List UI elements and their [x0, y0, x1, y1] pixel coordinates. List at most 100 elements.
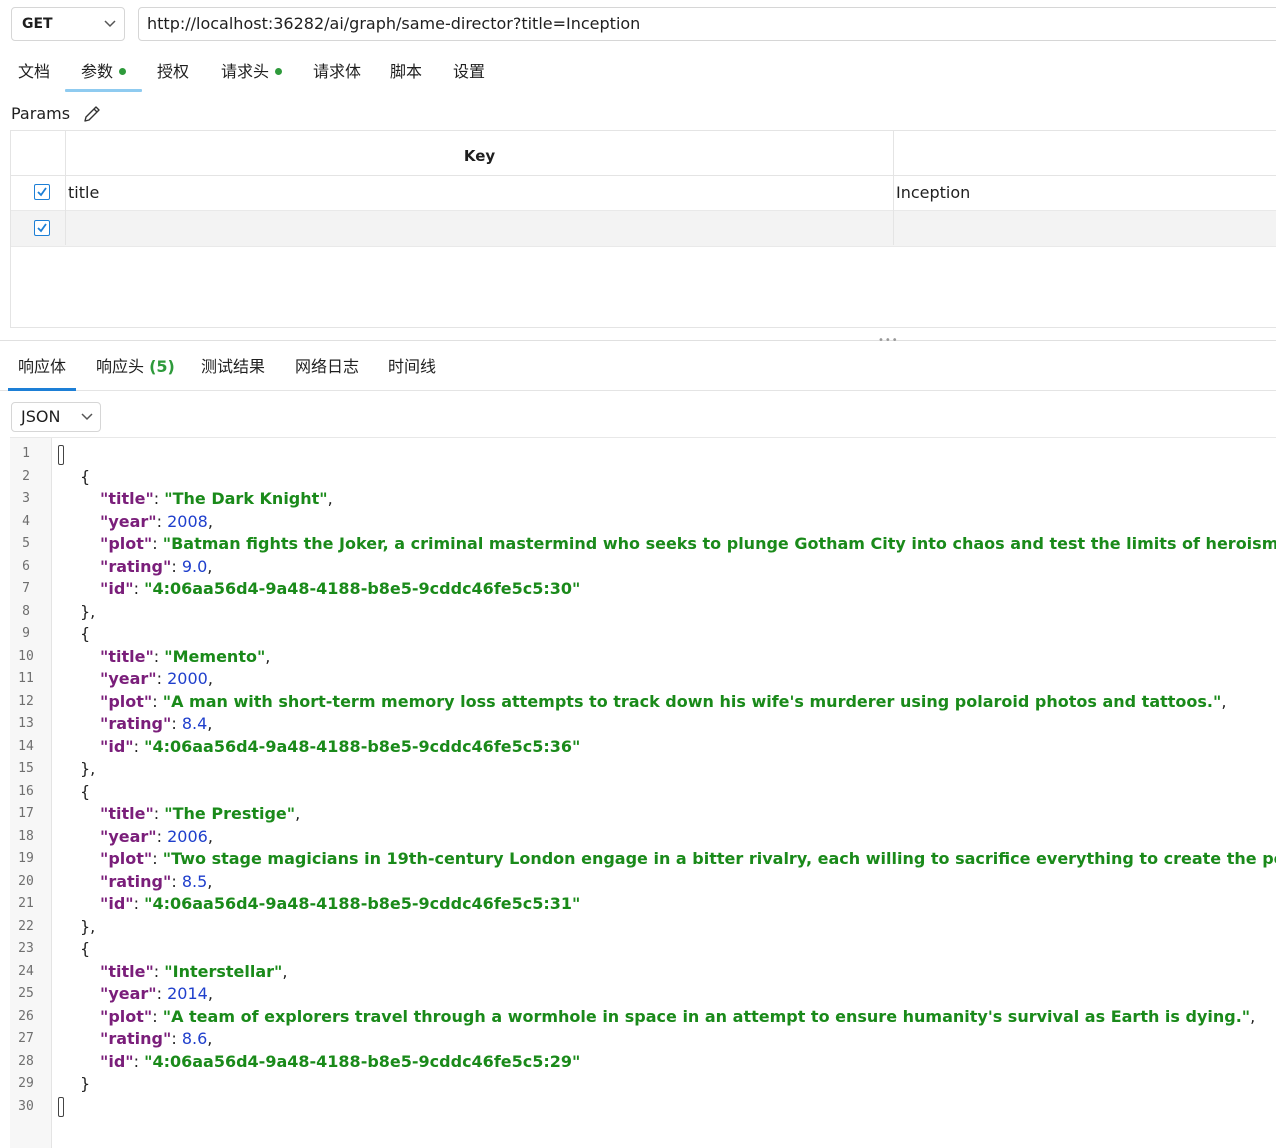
line-number: 24	[18, 963, 34, 979]
line-number: 16	[18, 783, 34, 799]
tab-settings[interactable]: 设置	[453, 56, 485, 92]
line-number: 26	[18, 1008, 34, 1024]
tab-docs[interactable]: 文档	[18, 56, 50, 92]
tab-response-body[interactable]: 响应体	[7, 352, 77, 391]
param-row: title Inception	[11, 175, 1276, 211]
json-field-year: "year": 2000,	[100, 669, 213, 688]
line-number: 22	[18, 918, 34, 934]
line-number: 15	[18, 761, 34, 776]
json-field-title: "title": "Interstellar",	[100, 961, 288, 981]
param-key-input[interactable]	[68, 211, 888, 245]
param-value-input[interactable]	[896, 211, 1266, 245]
format-label: JSON	[21, 407, 61, 426]
bracket-match-icon	[58, 444, 64, 465]
param-key[interactable]: title	[68, 175, 99, 211]
json-field-id: "id": "4:06aa56d4-9a48-4188-b8e5-9cddc46…	[100, 894, 581, 913]
line-number: 18	[18, 828, 34, 844]
line-number: 13	[18, 716, 34, 731]
param-value[interactable]: Inception	[896, 175, 970, 211]
tab-network-log[interactable]: 网络日志	[295, 352, 359, 390]
tab-response-headers[interactable]: 响应头 (5)	[96, 352, 175, 390]
chevron-down-icon	[81, 403, 93, 440]
json-open-bracket	[58, 443, 64, 465]
line-number: 25	[18, 986, 34, 1001]
json-field-rating: "rating": 8.5,	[100, 871, 213, 891]
json-object-close: },	[80, 916, 96, 936]
modified-dot-icon	[275, 67, 283, 75]
json-field-year: "year": 2008,	[100, 511, 213, 531]
params-title: Params	[11, 104, 71, 123]
key-column-header: Key	[463, 147, 496, 165]
json-field-plot: "plot": "Batman fights the Joker, a crim…	[100, 534, 1276, 553]
line-number: 12	[18, 693, 34, 709]
json-field-id: "id": "4:06aa56d4-9a48-4188-b8e5-9cddc46…	[100, 579, 581, 598]
line-number: 21	[18, 896, 34, 911]
line-number: 10	[18, 648, 34, 664]
column-divider	[893, 131, 894, 245]
tab-timeline[interactable]: 时间线	[388, 352, 436, 390]
line-number: 5	[22, 536, 30, 551]
json-field-id: "id": "4:06aa56d4-9a48-4188-b8e5-9cddc46…	[100, 736, 581, 756]
line-number: 17	[18, 806, 34, 821]
json-object-close: },	[80, 601, 96, 621]
json-close-bracket	[58, 1096, 64, 1118]
json-field-plot: "plot": "A team of explorers travel thro…	[100, 1006, 1256, 1026]
pane-splitter[interactable]	[0, 340, 1276, 341]
line-number: 1	[22, 446, 30, 461]
json-object-open: {	[80, 624, 91, 643]
json-object-open: {	[80, 939, 91, 958]
response-code-view[interactable]: 1 2 3 4 5 6 7 8 9 10 11 12 13 14 15 16 17 18 19 20 21 22 23 24 2…	[10, 437, 1276, 1148]
line-number: 2	[22, 468, 30, 484]
line-number: 11	[18, 671, 34, 686]
tab-auth[interactable]: 授权	[157, 56, 189, 92]
line-number: 6	[22, 558, 30, 574]
bracket-match-icon	[58, 1097, 64, 1117]
request-tabs: 文档 参数 授权 请求头 请求体 脚本 设置	[0, 56, 1276, 92]
line-number: 8	[22, 603, 30, 619]
line-number: 28	[18, 1053, 34, 1069]
line-number: 23	[18, 941, 34, 956]
json-field-year: "year": 2014,	[100, 984, 213, 1003]
json-field-rating: "rating": 8.6,	[100, 1029, 213, 1048]
tab-body[interactable]: 请求体	[313, 56, 361, 92]
json-object-close: }	[80, 1074, 91, 1093]
column-divider	[65, 131, 66, 245]
json-field-plot: "plot": "Two stage magicians in 19th-cen…	[100, 849, 1276, 868]
json-field-rating: "rating": 8.4,	[100, 714, 213, 733]
tab-headers[interactable]: 请求头	[221, 56, 283, 92]
modified-dot-icon	[119, 67, 127, 75]
json-field-title: "title": "Memento",	[100, 646, 271, 666]
param-row-empty	[11, 211, 1276, 247]
line-number: 7	[22, 581, 30, 596]
line-number: 3	[22, 491, 30, 506]
tab-params[interactable]: 参数	[64, 56, 143, 92]
line-number: 4	[22, 513, 30, 529]
method-select[interactable]: GET	[11, 7, 125, 41]
param-enabled-checkbox[interactable]	[34, 220, 50, 236]
header-count-badge: (5)	[149, 357, 175, 376]
pencil-icon[interactable]	[82, 104, 102, 124]
url-input[interactable]: http://localhost:36282/ai/graph/same-dir…	[138, 7, 1276, 41]
tab-test-results[interactable]: 测试结果	[201, 352, 265, 390]
line-number: 9	[22, 626, 30, 641]
line-number: 27	[18, 1031, 34, 1046]
json-field-year: "year": 2006,	[100, 826, 213, 846]
json-field-title: "title": "The Dark Knight",	[100, 489, 333, 508]
line-number: 29	[18, 1076, 34, 1091]
json-field-rating: "rating": 9.0,	[100, 556, 213, 576]
format-select[interactable]: JSON	[11, 402, 101, 432]
drag-handle-icon[interactable]: •••	[878, 336, 899, 346]
json-field-plot: "plot": "A man with short-term memory lo…	[100, 691, 1227, 711]
json-field-title: "title": "The Prestige",	[100, 804, 301, 823]
tab-scripts[interactable]: 脚本	[390, 56, 422, 92]
json-object-open: {	[80, 781, 91, 801]
json-object-close: },	[80, 759, 96, 778]
line-number: 30	[18, 1098, 34, 1114]
response-tabs: 响应体 响应头 (5) 测试结果 网络日志 时间线	[0, 352, 1276, 391]
line-number: 19	[18, 851, 34, 866]
chevron-down-icon	[104, 8, 116, 52]
param-enabled-checkbox[interactable]	[34, 184, 50, 200]
json-object-open: {	[80, 466, 91, 486]
line-number: 14	[18, 738, 34, 754]
params-header-row: Key	[11, 131, 1276, 176]
